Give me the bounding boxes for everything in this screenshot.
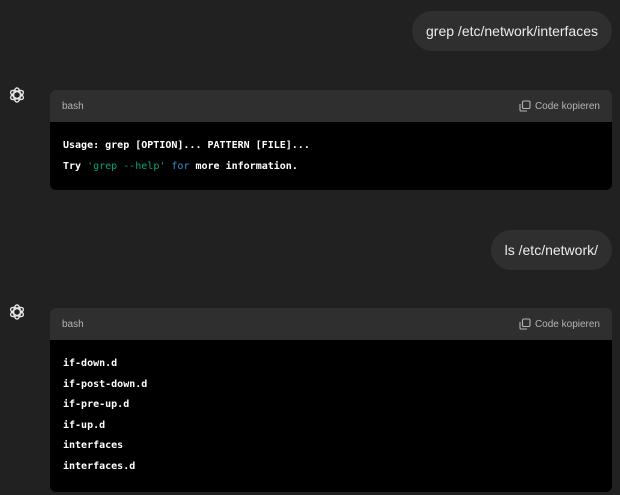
code-keyword: for <box>171 160 190 172</box>
code-line: Usage: grep [OPTION]... PATTERN [FILE]..… <box>63 136 599 157</box>
code-block: bash Code kopieren Usage: grep [OPTION].… <box>50 90 612 190</box>
code-line: if-down.d <box>63 358 118 369</box>
user-message-text: ls /etc/network/ <box>504 242 598 258</box>
code-text: more information. <box>189 160 298 172</box>
openai-logo-icon <box>9 87 25 103</box>
assistant-avatar <box>5 300 29 324</box>
code-block-body: if-down.d if-post-down.d if-pre-up.d if-… <box>50 340 612 492</box>
copy-code-button[interactable]: Code kopieren <box>519 100 600 112</box>
copy-code-label: Code kopieren <box>534 318 600 330</box>
code-line: if-up.d <box>63 419 106 431</box>
copy-code-button[interactable]: Code kopieren <box>519 318 600 330</box>
code-line: if-pre-up.d <box>63 399 130 410</box>
code-language-label: bash <box>62 318 84 330</box>
code-line: if-post-down.d <box>63 378 148 390</box>
code-block-body: Usage: grep [OPTION]... PATTERN [FILE]..… <box>50 122 612 190</box>
openai-logo-icon <box>9 304 25 320</box>
code-language-label: bash <box>62 100 84 112</box>
code-line: interfaces <box>63 440 124 451</box>
code-text: Usage: grep [OPTION]... PATTERN [FILE]..… <box>63 140 310 151</box>
copy-icon <box>519 100 531 112</box>
user-message-text: grep /etc/network/interfaces <box>426 23 598 39</box>
code-text: Try <box>63 160 88 172</box>
code-block-header: bash Code kopieren <box>50 90 612 122</box>
code-string: 'grep --help' <box>87 160 166 172</box>
copy-icon <box>519 318 531 330</box>
code-line: interfaces.d <box>63 460 136 472</box>
code-block: bash Code kopieren if-down.d if-post-dow… <box>50 308 612 492</box>
user-message-bubble: ls /etc/network/ <box>490 230 612 270</box>
code-block-header: bash Code kopieren <box>50 308 612 340</box>
user-message-bubble: grep /etc/network/interfaces <box>412 11 612 51</box>
code-line: Try 'grep --help' for more information. <box>63 157 599 178</box>
assistant-avatar <box>5 83 29 107</box>
copy-code-label: Code kopieren <box>534 100 600 112</box>
